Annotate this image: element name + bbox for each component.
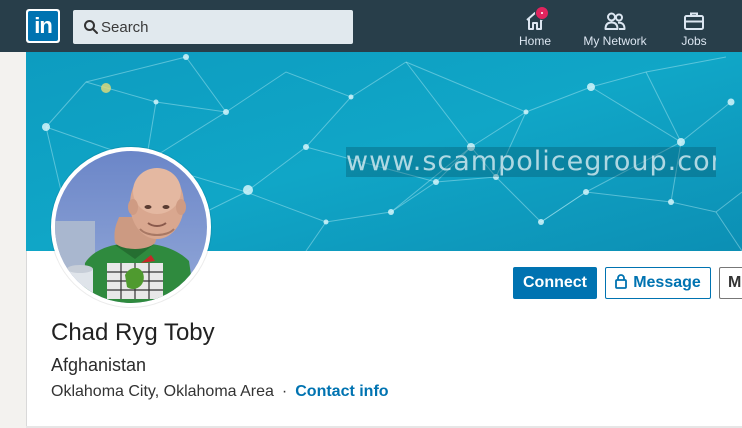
more-button[interactable]: M: [719, 267, 742, 299]
nav-item-jobs[interactable]: Jobs: [672, 0, 716, 52]
message-button[interactable]: Message: [605, 267, 711, 299]
briefcase-icon: [684, 12, 704, 30]
profile-name: Chad Ryg Toby: [51, 319, 215, 346]
watermark-text: www.scampolicegroup.com: [346, 147, 716, 177]
logo-text: in: [28, 11, 58, 41]
separator-dot: ·: [281, 383, 288, 400]
search-bar[interactable]: [73, 10, 353, 44]
profile-photo[interactable]: [51, 147, 211, 307]
profile-headline: Afghanistan: [51, 355, 147, 375]
nav-item-home[interactable]: Home: [509, 0, 561, 52]
lock-icon: [615, 273, 628, 289]
linkedin-logo[interactable]: in: [26, 9, 60, 43]
search-icon: [84, 20, 98, 34]
contact-info-link[interactable]: Contact info: [295, 383, 388, 400]
nav-label-home: Home: [518, 34, 551, 48]
people-icon: [604, 12, 626, 30]
nav-label-my-network: My Network: [583, 34, 647, 48]
message-button-label: Message: [633, 274, 701, 291]
nav-item-my-network[interactable]: My Network: [578, 0, 652, 52]
notification-badge: [535, 6, 549, 20]
location-row: Oklahoma City, Oklahoma Area · Contact inf…: [51, 383, 389, 401]
nav-label-jobs: Jobs: [681, 34, 707, 48]
search-input[interactable]: [101, 10, 346, 44]
top-navigation-bar: in Home My Network Jobs: [0, 0, 742, 52]
profile-photo-image: [55, 151, 207, 303]
connect-button[interactable]: Connect: [513, 267, 597, 299]
profile-location: Oklahoma City, Oklahoma Area: [51, 383, 274, 400]
